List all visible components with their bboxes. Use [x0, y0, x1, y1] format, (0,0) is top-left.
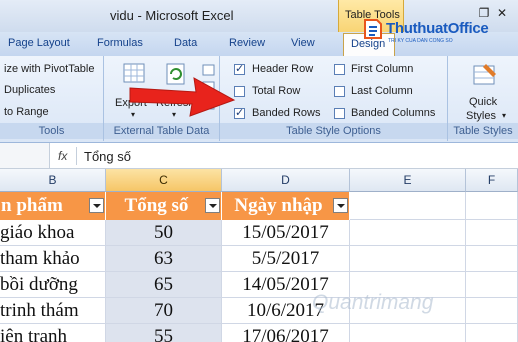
table-cell[interactable]: 5/5/2017: [222, 246, 350, 272]
worksheet-grid: B C D E F n phẩm Tổng số Ngày nhập giáo …: [0, 169, 518, 342]
empty-cell[interactable]: [466, 272, 518, 298]
table-cell[interactable]: 70: [106, 298, 222, 324]
empty-cell[interactable]: [350, 192, 466, 220]
table-cell[interactable]: 63: [106, 246, 222, 272]
banded-rows-label: Banded Rows: [252, 107, 321, 119]
table-cell[interactable]: 17/06/2017: [222, 324, 350, 342]
table-row: giáo khoa 50 15/05/2017: [0, 220, 518, 246]
tab-formulas[interactable]: Formulas: [97, 37, 143, 49]
tab-page-layout[interactable]: Page Layout: [8, 37, 70, 49]
table-row: trinh thám 70 10/6/2017: [0, 298, 518, 324]
table-cell[interactable]: tham khảo: [0, 246, 106, 272]
group-external-label: External Table Data: [104, 123, 219, 139]
convert-to-range-button[interactable]: to Range: [4, 106, 49, 118]
table-row: iện tranh 55 17/06/2017: [0, 324, 518, 342]
filter-dropdown-icon[interactable]: [333, 198, 348, 213]
table-cell[interactable]: 50: [106, 220, 222, 246]
total-row-label: Total Row: [252, 85, 301, 97]
ribbon: ize with PivotTable Duplicates to Range …: [0, 56, 518, 143]
table-row: bồi dưỡng 65 14/05/2017: [0, 272, 518, 298]
logo-tagline: TRI KY CUA DAN CONG SO: [388, 38, 453, 44]
group-table-styles: Quick Styles ▾ Table Styles: [448, 56, 518, 141]
tab-data[interactable]: Data: [174, 37, 197, 49]
table-cell[interactable]: 55: [106, 324, 222, 342]
fx-icon[interactable]: fx: [58, 149, 67, 163]
table-cell[interactable]: iện tranh: [0, 324, 106, 342]
formula-input[interactable]: Tổng số: [84, 149, 131, 164]
formula-bar: fx Tổng số: [0, 143, 518, 169]
quick-styles-label[interactable]: Styles: [466, 110, 496, 122]
column-header-b[interactable]: B: [0, 169, 106, 192]
empty-cell[interactable]: [466, 246, 518, 272]
quick-styles-button[interactable]: Quick: [469, 96, 497, 108]
tab-view[interactable]: View: [291, 37, 315, 49]
group-table-styles-label: Table Styles: [448, 123, 518, 139]
window-title: vidu - Microsoft Excel: [110, 8, 234, 23]
empty-cell[interactable]: [466, 298, 518, 324]
quick-styles-icon: [473, 64, 496, 85]
quick-styles-dropdown-icon[interactable]: ▾: [502, 111, 506, 120]
column-header-f[interactable]: F: [466, 169, 518, 192]
name-box[interactable]: [0, 143, 50, 168]
last-column-checkbox[interactable]: [334, 86, 345, 97]
empty-cell[interactable]: [466, 324, 518, 342]
empty-cell[interactable]: [350, 220, 466, 246]
red-arrow-icon: [129, 77, 236, 117]
group-table-style-options: Header Row Total Row Banded Rows First C…: [220, 56, 448, 141]
table-cell[interactable]: trinh thám: [0, 298, 106, 324]
table-header-cell[interactable]: Ngày nhập: [222, 192, 350, 220]
empty-cell[interactable]: [466, 220, 518, 246]
column-header-d[interactable]: D: [222, 169, 350, 192]
logo-text: ThuthuatOffice: [386, 20, 489, 37]
table-cell[interactable]: giáo khoa: [0, 220, 106, 246]
filter-dropdown-icon[interactable]: [89, 198, 104, 213]
watermark: Quantrimang: [312, 291, 434, 314]
table-row: tham khảo 63 5/5/2017: [0, 246, 518, 272]
group-tools-label: Tools: [0, 123, 103, 139]
first-column-checkbox[interactable]: [334, 64, 345, 75]
banded-columns-label: Banded Columns: [351, 107, 436, 119]
banded-columns-checkbox[interactable]: [334, 108, 345, 119]
logo-mark-icon: [364, 19, 382, 39]
column-header-c[interactable]: C: [106, 169, 222, 192]
remove-duplicates-button[interactable]: Duplicates: [4, 84, 55, 96]
tab-review[interactable]: Review: [229, 37, 265, 49]
group-tools: ize with PivotTable Duplicates to Range …: [0, 56, 104, 141]
table-cell[interactable]: 65: [106, 272, 222, 298]
filter-dropdown-icon[interactable]: [205, 198, 220, 213]
header-row-label: Header Row: [252, 63, 314, 75]
table-cell[interactable]: 15/05/2017: [222, 220, 350, 246]
summarize-pivot-button[interactable]: ize with PivotTable: [4, 63, 95, 75]
empty-cell[interactable]: [350, 324, 466, 342]
logo: ThuthuatOffice TRI KY CUA DAN CONG SO: [362, 14, 518, 48]
empty-cell[interactable]: [350, 246, 466, 272]
empty-cell[interactable]: [466, 192, 518, 220]
group-style-options-label: Table Style Options: [220, 123, 447, 139]
column-header-e[interactable]: E: [350, 169, 466, 192]
last-column-label: Last Column: [351, 85, 413, 97]
table-cell[interactable]: bồi dưỡng: [0, 272, 106, 298]
first-column-label: First Column: [351, 63, 414, 75]
